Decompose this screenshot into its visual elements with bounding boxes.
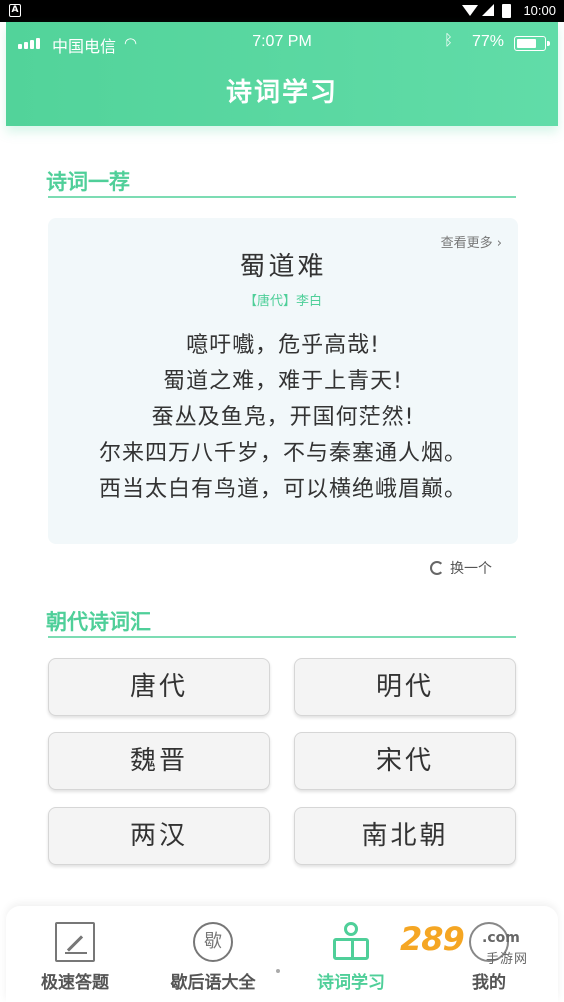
watermark-brand: 289	[400, 920, 465, 958]
dynasty-button-han[interactable]: 两汉	[48, 807, 270, 865]
tab-xiehouyu[interactable]: 歇 歇后语大全	[144, 906, 282, 1002]
poem-title: 蜀道难	[239, 252, 327, 282]
tab-label: 歇后语大全	[170, 973, 256, 993]
signal-icon	[482, 4, 494, 16]
section-title-dynasties: 朝代诗词汇	[46, 610, 151, 634]
ios-status-bar: 中国电信 ◠ 7:07 PM ᛒ 77%	[6, 22, 558, 64]
watermark-domain: .com	[482, 930, 520, 946]
dynasty-button-ming[interactable]: 明代	[294, 658, 516, 716]
battery-percent: 77%	[472, 33, 505, 50]
refresh-icon	[430, 561, 444, 575]
poem-body: 噫吁嚱，危乎高哉! 蜀道之难，难于上青天! 蚕丛及鱼凫，开国何茫然! 尔来四万八…	[48, 328, 518, 508]
dynasty-button-song[interactable]: 宋代	[294, 732, 516, 790]
bluetooth-icon: ᛒ	[444, 32, 454, 49]
poem-line: 蜀道之难，难于上青天!	[163, 369, 403, 394]
poem-author: 【唐代】李白	[243, 294, 322, 309]
refresh-poem-button[interactable]: 换一个	[430, 558, 492, 580]
poem-line: 西当太白有鸟道，可以横绝峨眉巅。	[98, 477, 467, 502]
battery-icon	[502, 4, 511, 18]
battery-icon	[514, 36, 550, 51]
pencil-square-icon	[55, 922, 95, 962]
xie-circle-icon: 歇	[193, 922, 233, 962]
tab-label: 极速答题	[41, 973, 109, 993]
site-watermark: 289 .com 手游网	[394, 918, 544, 972]
section-divider	[48, 636, 516, 638]
section-title-recommend: 诗词一荐	[46, 170, 130, 194]
dynasty-button-tang[interactable]: 唐代	[48, 658, 270, 716]
poem-line: 噫吁嚱，危乎高哉!	[186, 333, 380, 358]
notification-badge: A	[9, 4, 21, 17]
page-title: 诗词学习	[225, 78, 338, 108]
poem-line: 蚕丛及鱼凫，开国何茫然!	[151, 405, 415, 430]
system-clock: 10:00	[523, 3, 556, 18]
reading-person-icon	[331, 922, 371, 962]
poem-card[interactable]: 查看更多 › 蜀道难 【唐代】李白 噫吁嚱，危乎高哉! 蜀道之难，难于上青天! …	[48, 218, 518, 544]
poem-line: 尔来四万八千岁，不与秦塞通人烟。	[98, 441, 467, 466]
wifi-icon	[462, 5, 478, 16]
watermark-subtitle: 手游网	[486, 952, 529, 967]
tab-badge-dot	[276, 969, 280, 973]
section-divider	[48, 196, 516, 198]
app-header: 中国电信 ◠ 7:07 PM ᛒ 77% 诗词学习	[6, 22, 558, 126]
dynasty-button-nanbeichao[interactable]: 南北朝	[294, 807, 516, 865]
dynasty-button-weijin[interactable]: 魏晋	[48, 732, 270, 790]
refresh-label: 换一个	[450, 561, 492, 577]
system-status-bar: A 10:00	[0, 0, 564, 22]
tab-quick-quiz[interactable]: 极速答题	[6, 906, 144, 1002]
